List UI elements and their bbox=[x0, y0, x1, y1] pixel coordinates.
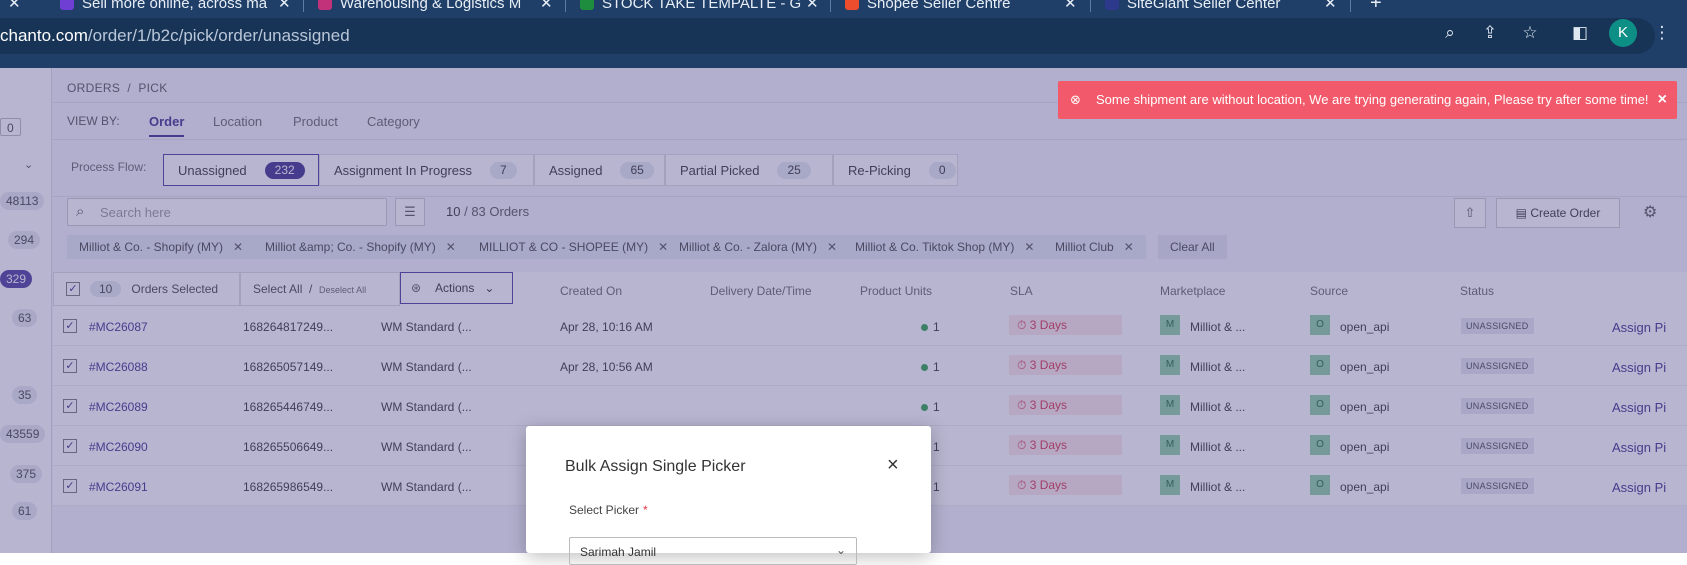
tab-close-icon[interactable]: ✕ bbox=[8, 0, 21, 12]
browser-menu-icon[interactable]: ⋮ bbox=[1652, 23, 1672, 43]
browser-tab-4[interactable]: SiteGiant Seller Center bbox=[1105, 0, 1280, 12]
browser-tab-2[interactable]: STOCK TAKE TEMPALTE - G bbox=[580, 0, 801, 12]
error-icon: ⊗ bbox=[1070, 92, 1081, 107]
chevron-down-icon: ⌄ bbox=[835, 543, 846, 557]
url-text: chanto.com/order/1/b2c/pick/order/unassi… bbox=[0, 26, 350, 45]
tab-favicon-icon bbox=[845, 0, 859, 10]
tab-close-icon[interactable]: ✕ bbox=[278, 0, 291, 12]
error-toast: ⊗ Some shipment are without location, We… bbox=[1058, 81, 1677, 119]
modal-title: Bulk Assign Single Picker bbox=[565, 458, 746, 475]
zoom-icon[interactable]: ⌕ bbox=[1440, 23, 1460, 43]
browser-tab-3[interactable]: Shopee Seller Centre bbox=[845, 0, 1010, 12]
tab-close-icon[interactable]: ✕ bbox=[806, 0, 819, 12]
bulk-assign-modal: Bulk Assign Single Picker × Select Picke… bbox=[526, 426, 931, 565]
browser-tab-0[interactable]: Sell more online, across ma bbox=[60, 0, 267, 12]
address-bar: chanto.com/order/1/b2c/pick/order/unassi… bbox=[0, 12, 1687, 68]
tab-close-icon[interactable]: ✕ bbox=[1064, 0, 1077, 12]
url-field[interactable]: chanto.com/order/1/b2c/pick/order/unassi… bbox=[0, 18, 1655, 54]
tab-favicon-icon bbox=[580, 0, 594, 10]
browser-tab-1[interactable]: Warehousing & Logistics M bbox=[318, 0, 521, 12]
tab-favicon-icon bbox=[1105, 0, 1119, 10]
browser-tab-bar: ✕ Sell more online, across ma ✕ Warehous… bbox=[0, 0, 1687, 12]
tab-favicon-icon bbox=[60, 0, 74, 10]
toast-close-button[interactable]: × bbox=[1658, 81, 1667, 119]
bookmark-star-icon[interactable]: ☆ bbox=[1520, 23, 1540, 43]
profile-avatar[interactable]: K bbox=[1609, 19, 1637, 47]
picker-label: Select Picker * bbox=[569, 503, 648, 517]
new-tab-button[interactable]: + bbox=[1370, 0, 1382, 12]
tab-close-icon[interactable]: ✕ bbox=[1324, 0, 1337, 12]
sidebar-panel-icon[interactable]: ◧ bbox=[1570, 23, 1590, 43]
modal-close-button[interactable]: × bbox=[887, 454, 899, 477]
share-icon[interactable]: ⇪ bbox=[1480, 23, 1500, 43]
tab-favicon-icon bbox=[318, 0, 332, 10]
picker-select[interactable]: Sarimah Jamil ⌄ bbox=[569, 537, 857, 565]
tab-close-icon[interactable]: ✕ bbox=[540, 0, 553, 12]
